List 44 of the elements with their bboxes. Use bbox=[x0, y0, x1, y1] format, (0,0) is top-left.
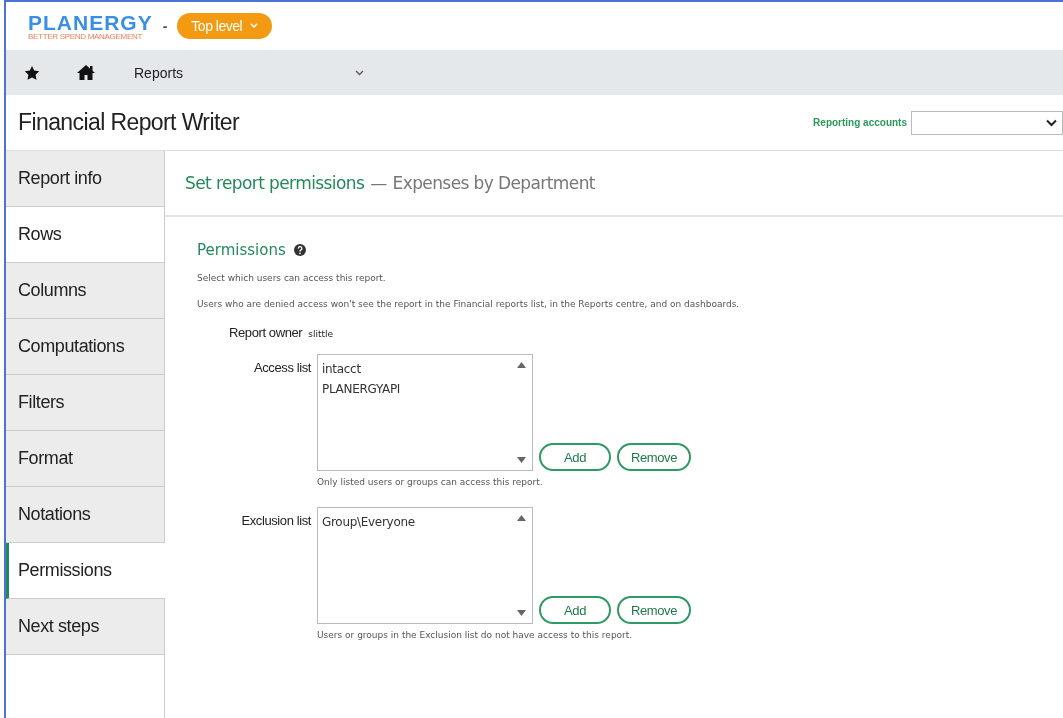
section-title: Permissions bbox=[197, 241, 286, 259]
reporting-accounts-dropdown[interactable] bbox=[911, 110, 1063, 135]
page-title: Financial Report Writer bbox=[18, 109, 239, 136]
separator-text: — bbox=[370, 173, 387, 193]
list-item[interactable]: intacct bbox=[322, 359, 401, 379]
list-button[interactable]: Remove bbox=[617, 443, 691, 471]
field-label: Exclusion list bbox=[240, 512, 313, 530]
home-icon bbox=[76, 64, 96, 81]
help-text: Only listed users or groups can access this report. bbox=[317, 477, 544, 487]
scroll-up-icon bbox=[517, 515, 526, 521]
list-button[interactable]: Add bbox=[539, 596, 611, 624]
sidebar-tab[interactable]: Format bbox=[6, 431, 164, 487]
field-label: Reporting accounts bbox=[813, 117, 907, 128]
user-listbox[interactable]: Group\Everyone bbox=[317, 507, 533, 624]
list-item[interactable]: Group\Everyone bbox=[322, 512, 415, 532]
scroll-up-icon bbox=[517, 362, 526, 368]
list-item[interactable]: PLANERGYAPI bbox=[322, 379, 401, 399]
field-label: Access list bbox=[253, 359, 313, 377]
chevron-icon bbox=[250, 23, 259, 29]
list-button[interactable]: Add bbox=[539, 443, 611, 471]
separator-text: - bbox=[162, 18, 168, 34]
sidebar-tab[interactable]: Computations bbox=[6, 319, 164, 375]
description-text: Select which users can access this report. bbox=[197, 273, 387, 283]
sidebar-tab[interactable]: Permissions bbox=[6, 543, 165, 599]
help-text: Users or groups in the Exclusion list do not have access to this report. bbox=[317, 630, 634, 640]
sidebar-tab[interactable]: Filters bbox=[6, 375, 164, 431]
list-button[interactable]: Remove bbox=[617, 596, 691, 624]
chevron-icon bbox=[1046, 118, 1057, 127]
reports-menu[interactable]: Reports bbox=[134, 64, 364, 81]
user-listbox[interactable]: intacct PLANERGYAPI bbox=[317, 354, 533, 471]
report-name: Expenses by Department bbox=[392, 173, 595, 193]
sidebar-tab[interactable]: Report info bbox=[6, 151, 164, 207]
chevron-icon bbox=[355, 69, 364, 76]
sidebar-tab[interactable]: Columns bbox=[6, 263, 164, 319]
star-icon bbox=[24, 64, 40, 81]
owner-name: slittle bbox=[308, 329, 334, 339]
scroll-down-icon bbox=[517, 457, 526, 463]
sidebar-tab[interactable]: Next steps bbox=[6, 599, 164, 655]
sidebar-tab[interactable]: Notations bbox=[6, 487, 164, 543]
section-heading: Set report permissions bbox=[185, 173, 365, 193]
help-icon bbox=[293, 244, 306, 256]
field-label: Report owner bbox=[229, 325, 303, 340]
description-text: Users who are denied access won't see the report in the Financial reports list, in the Reports centre, and on dashboards. bbox=[197, 299, 741, 309]
scroll-down-icon bbox=[517, 610, 526, 616]
